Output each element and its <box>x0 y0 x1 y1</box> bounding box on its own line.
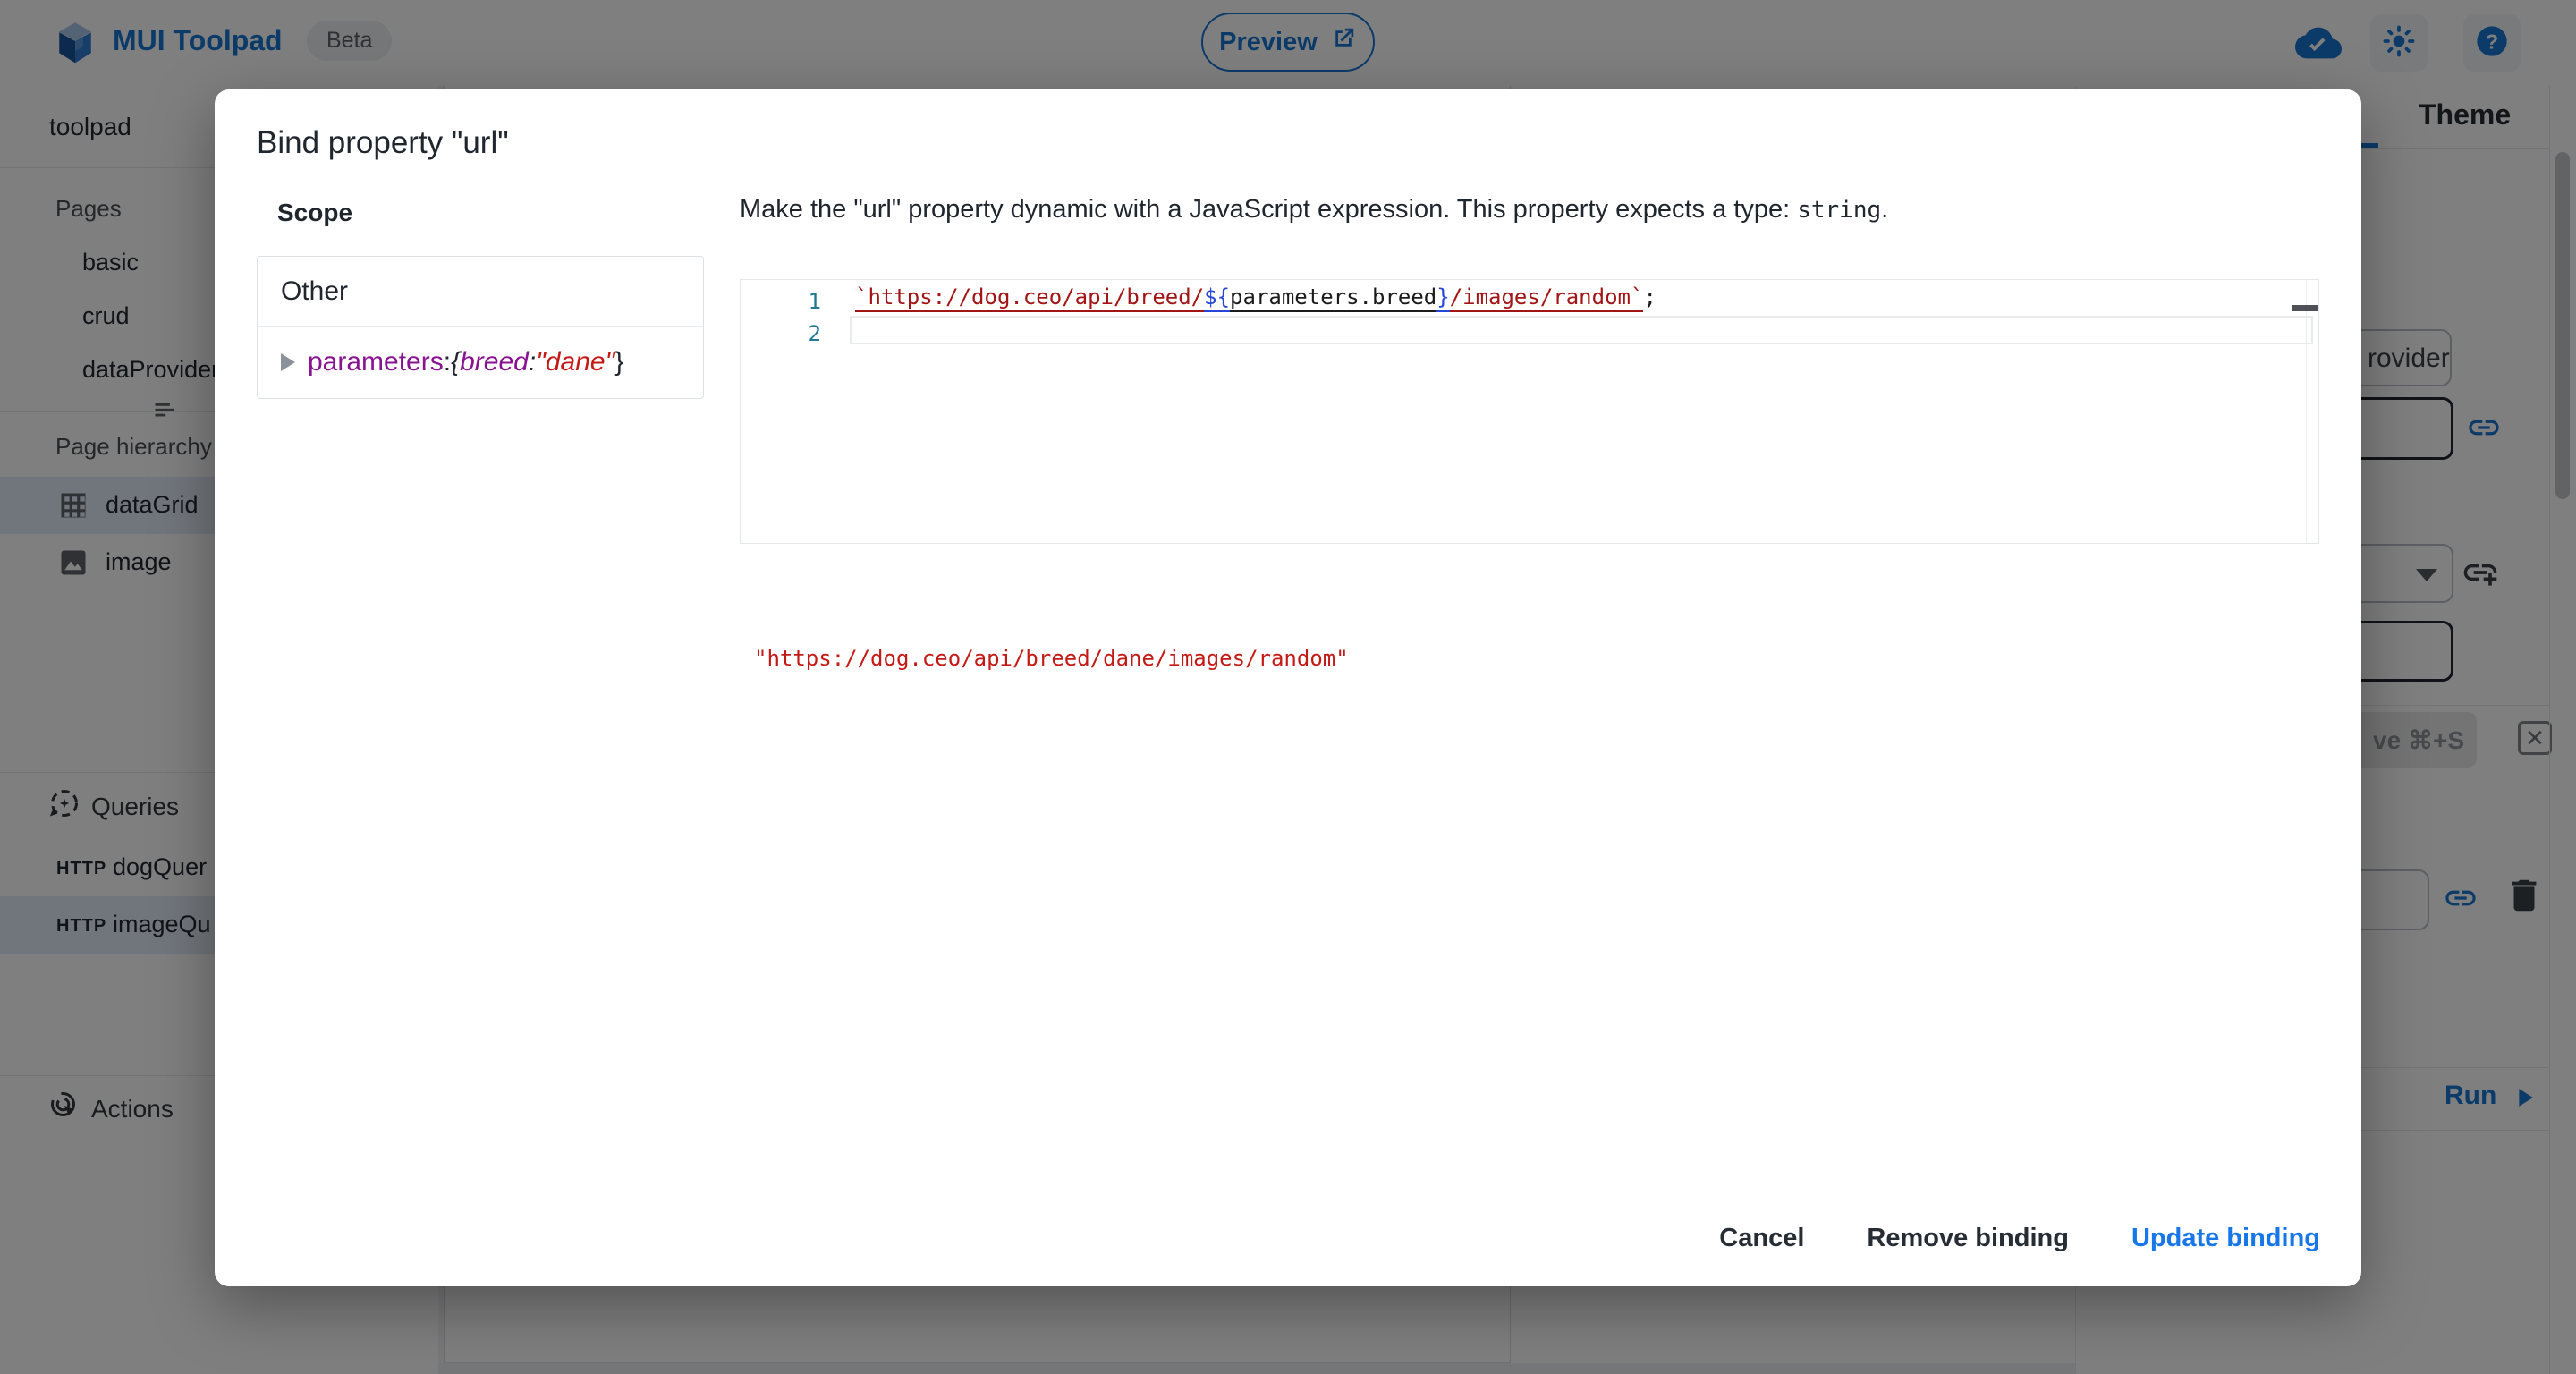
param-brace-open: { <box>451 347 460 377</box>
scope-box: Other parameters: {breed: "dane"} <box>257 256 704 399</box>
overview-ruler <box>2306 280 2307 543</box>
code-string-2: /images/random <box>1450 284 1631 312</box>
evaluated-result: "https://dog.ceo/api/breed/dane/images/r… <box>754 646 1349 671</box>
expand-arrow-icon[interactable] <box>281 353 295 371</box>
code-editor[interactable]: 1 2 `https://dog.ceo/api/breed/${paramet… <box>740 279 2319 544</box>
dialog-title: Bind property "url" <box>257 125 509 161</box>
overview-ruler-cursor-mark <box>2292 305 2318 311</box>
app-root: MUI Toolpad Beta Preview <box>0 0 2576 1374</box>
dialog-description: Make the "url" property dynamic with a J… <box>740 195 2332 225</box>
line-number-2: 2 <box>741 321 821 346</box>
current-line-highlight <box>850 316 2313 344</box>
param-brace-close: } <box>614 347 623 377</box>
scope-group-other[interactable]: Other <box>258 257 703 327</box>
param-value: "dane" <box>536 347 614 377</box>
scope-tree-item-parameters[interactable]: parameters: {breed: "dane"} <box>258 327 703 398</box>
description-type: string <box>1797 197 1881 224</box>
update-binding-button[interactable]: Update binding <box>2126 1224 2326 1253</box>
param-key: breed <box>460 347 529 377</box>
scope-group-label: Other <box>281 276 348 307</box>
bind-property-dialog: Bind property "url" Scope Other paramete… <box>215 89 2361 1286</box>
code-backtick: ` <box>1631 284 1643 312</box>
code-string-1: `https://dog.ceo/api/breed/ <box>855 284 1204 312</box>
param-colon: : <box>444 347 451 377</box>
code-interp-open: ${ <box>1204 284 1230 312</box>
param-key-colon: : <box>529 347 536 377</box>
code-interp-close: } <box>1436 284 1449 312</box>
code-expression: parameters.breed <box>1230 284 1436 312</box>
cancel-button[interactable]: Cancel <box>1714 1224 1809 1253</box>
dialog-actions: Cancel Remove binding Update binding <box>1714 1217 2326 1260</box>
description-text: Make the "url" property dynamic with a J… <box>740 195 1797 224</box>
param-name: parameters <box>308 347 444 377</box>
line-number-1: 1 <box>741 289 821 314</box>
remove-binding-button[interactable]: Remove binding <box>1861 1224 2074 1253</box>
code-line-1: `https://dog.ceo/api/breed/${parameters.… <box>855 284 1657 310</box>
code-semicolon: ; <box>1643 284 1656 310</box>
description-period: . <box>1881 195 1888 224</box>
scope-label: Scope <box>277 199 352 227</box>
